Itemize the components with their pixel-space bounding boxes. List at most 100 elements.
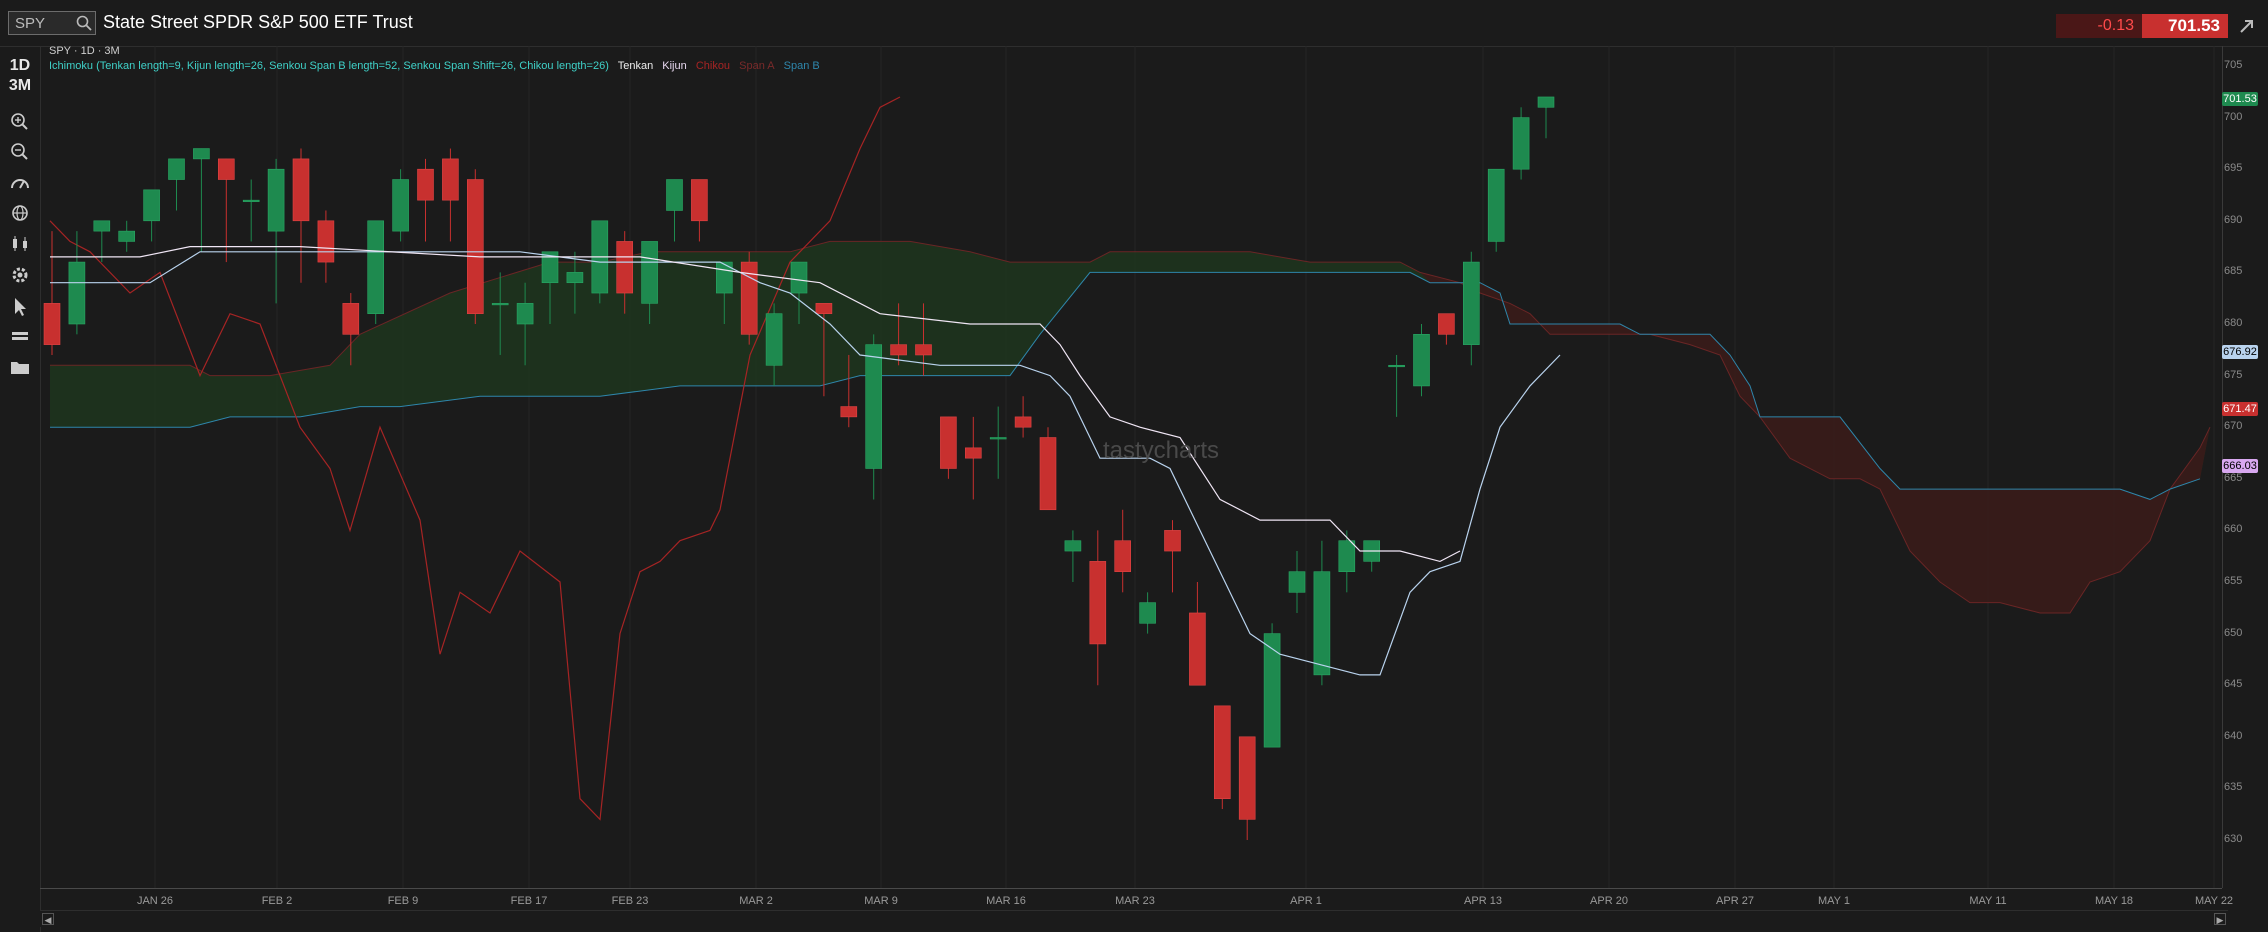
candle-body bbox=[1487, 168, 1505, 242]
candle-body bbox=[168, 158, 185, 180]
date-tick-label: APR 20 bbox=[1590, 895, 1628, 907]
candle-body bbox=[1039, 437, 1057, 511]
date-tick-label: JAN 26 bbox=[136, 895, 174, 907]
watermark: tastycharts bbox=[1103, 437, 1220, 464]
legend-span-a: Span A bbox=[739, 60, 775, 72]
price-tick-label: 685 bbox=[2224, 265, 2243, 278]
price-tick-label: 630 bbox=[2224, 833, 2243, 845]
date-tick-label: FEB 23 bbox=[611, 895, 649, 907]
candle-body bbox=[491, 303, 509, 306]
candle-body bbox=[1288, 571, 1306, 593]
date-tick-label: APR 27 bbox=[1716, 895, 1754, 907]
candle-body bbox=[93, 220, 111, 232]
date-tick-label: MAR 2 bbox=[739, 895, 773, 907]
last-price-label: 701.53 bbox=[2222, 92, 2258, 106]
date-tick-label: MAR 23 bbox=[1115, 895, 1155, 907]
study-symbol-line: SPY · 1D · 3M bbox=[49, 45, 120, 57]
candle-body bbox=[367, 220, 385, 314]
price-tick-label: 635 bbox=[2224, 781, 2243, 794]
date-tick-label: FEB 2 bbox=[261, 895, 293, 907]
span-a-price-label: 671.47 bbox=[2222, 402, 2258, 416]
candle-body bbox=[466, 179, 484, 314]
candle-body bbox=[1064, 540, 1082, 552]
date-tick-label: MAY 1 bbox=[1818, 895, 1850, 907]
candle-body bbox=[342, 303, 360, 335]
span-b-price-label: 676.92 bbox=[2222, 345, 2258, 359]
price-tick-label: 665 bbox=[2224, 471, 2243, 484]
candle-body bbox=[68, 261, 86, 325]
candle-body bbox=[516, 303, 534, 325]
candle-body bbox=[815, 303, 833, 314]
candle-body bbox=[915, 344, 932, 356]
date-tick-label: MAY 18 bbox=[2094, 895, 2134, 907]
date-tick-label: APR 13 bbox=[1464, 895, 1502, 907]
price-tick-label: 675 bbox=[2224, 368, 2243, 381]
date-tick-label: MAR 16 bbox=[986, 895, 1026, 907]
candle-body bbox=[392, 179, 409, 232]
legend-tenkan: Tenkan bbox=[617, 60, 654, 72]
candle-body bbox=[1238, 736, 1256, 820]
candle-body bbox=[292, 158, 310, 222]
date-tick-label: APR 1 bbox=[1290, 895, 1322, 907]
candle-body bbox=[1537, 96, 1555, 108]
candle-body bbox=[616, 241, 634, 294]
candle-body bbox=[790, 261, 808, 294]
scroll-right-icon[interactable]: ▶ bbox=[2214, 913, 2226, 925]
candle-body bbox=[1139, 602, 1156, 624]
candle-body bbox=[989, 437, 1007, 440]
date-tick-label: FEB 17 bbox=[510, 895, 548, 907]
candle-body bbox=[666, 179, 683, 211]
candle-body bbox=[1014, 416, 1032, 428]
candle-body bbox=[1338, 540, 1356, 572]
chart-scrollbar[interactable]: ◀ ▶ bbox=[40, 910, 2228, 927]
ichimoku-cloud-bearish bbox=[1420, 272, 2210, 613]
candle-body bbox=[1214, 705, 1231, 800]
candle-body bbox=[940, 416, 957, 469]
candle-body bbox=[865, 344, 883, 469]
price-tick-label: 660 bbox=[2224, 523, 2243, 536]
candle-body bbox=[218, 158, 235, 180]
price-tick-label: 645 bbox=[2224, 678, 2243, 691]
candle-body bbox=[1413, 334, 1430, 387]
candle-body bbox=[43, 303, 61, 345]
candle-body bbox=[193, 148, 210, 160]
candle-body bbox=[1114, 540, 1131, 572]
candle-body bbox=[1089, 561, 1107, 645]
date-tick-label: MAR 9 bbox=[864, 895, 898, 907]
price-tick-label: 680 bbox=[2224, 317, 2243, 329]
indicator-legend: Ichimoku (Tenkan length=9, Kijun length=… bbox=[49, 60, 826, 72]
candle-body bbox=[1438, 313, 1455, 335]
popout-arrow-icon[interactable] bbox=[2236, 13, 2258, 39]
candle-body bbox=[1263, 633, 1281, 748]
kijun-price-label: 666.03 bbox=[2222, 459, 2258, 473]
candle-body bbox=[840, 406, 858, 418]
price-tick-label: 650 bbox=[2224, 626, 2243, 639]
price-tick-label: 700 bbox=[2224, 110, 2243, 123]
candle-body bbox=[267, 168, 285, 232]
candle-body bbox=[566, 272, 584, 284]
date-tick-label: MAY 22 bbox=[2194, 895, 2234, 907]
price-tick-label: 670 bbox=[2224, 420, 2243, 433]
candle-body bbox=[641, 241, 658, 304]
price-tick-label: 695 bbox=[2224, 162, 2243, 175]
candle-body bbox=[1189, 612, 1206, 686]
price-tick-label: 640 bbox=[2224, 729, 2243, 742]
legend-ichimoku[interactable]: Ichimoku (Tenkan length=9, Kijun length=… bbox=[49, 60, 609, 72]
price-tick-label: 690 bbox=[2224, 213, 2243, 226]
candle-body bbox=[143, 189, 160, 222]
legend-span-b: Span B bbox=[783, 60, 820, 72]
candle-body bbox=[890, 344, 907, 356]
candle-body bbox=[1463, 261, 1480, 345]
candle-body bbox=[1164, 530, 1181, 552]
candle-body bbox=[691, 179, 708, 222]
price-tick-label: 655 bbox=[2224, 575, 2243, 587]
scroll-left-icon[interactable]: ◀ bbox=[42, 913, 54, 925]
candle-body bbox=[765, 313, 783, 366]
legend-kijun: Kijun bbox=[662, 60, 687, 72]
legend-chikou: Chikou bbox=[695, 60, 731, 72]
date-tick-label: MAY 11 bbox=[1969, 895, 2007, 907]
candle-body bbox=[964, 447, 982, 459]
price-tick-label: 705 bbox=[2224, 59, 2243, 71]
candle-body bbox=[317, 220, 335, 263]
candle-body bbox=[1388, 364, 1405, 368]
